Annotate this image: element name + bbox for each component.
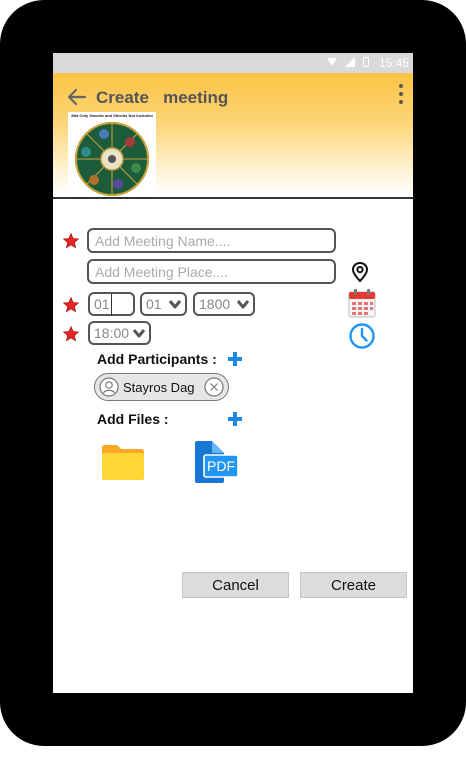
required-star-icon (62, 232, 80, 249)
thumbnail-image (75, 122, 149, 196)
folder-icon[interactable] (101, 443, 145, 481)
month-select[interactable]: 01 (140, 292, 187, 316)
day-input[interactable]: 01 (88, 292, 135, 316)
back-arrow-icon[interactable] (65, 85, 89, 109)
participant-chip[interactable]: Stayros Dag (94, 373, 229, 401)
meeting-thumbnail[interactable]: Mat Only Swords and Shields Not Included (68, 112, 156, 197)
cancel-button[interactable]: Cancel (182, 572, 289, 598)
app-header: Create meeting Mat Only Swords and Shiel… (53, 73, 413, 199)
add-file-plus-icon[interactable] (227, 411, 243, 427)
time-value: 18:00 (94, 325, 130, 341)
location-pin-icon[interactable] (351, 261, 369, 283)
add-participants-label: Add Participants : (97, 351, 217, 367)
required-star-icon (62, 325, 80, 342)
page-title: Create meeting (96, 88, 229, 107)
add-participant-plus-icon[interactable] (227, 351, 243, 367)
phone-frame: 15:45 Create meeting Mat Only Swords and… (0, 0, 466, 746)
calendar-icon[interactable] (348, 288, 376, 318)
clock-icon[interactable] (349, 323, 375, 349)
add-files-label: Add Files : (97, 411, 169, 427)
time-select[interactable]: 18:00 (88, 321, 151, 345)
day-value: 01 (94, 296, 110, 312)
status-time: 15:45 (378, 56, 409, 70)
meeting-place-input[interactable]: Add Meeting Place.... (87, 259, 336, 284)
text-cursor (111, 294, 112, 316)
person-icon (99, 377, 119, 397)
more-vert-icon[interactable] (395, 83, 407, 105)
month-value: 01 (146, 296, 162, 312)
status-bar: 15:45 (53, 53, 413, 73)
pdf-label: PDF (207, 458, 235, 474)
chevron-down-icon (236, 300, 250, 309)
participant-name: Stayros Dag (123, 380, 195, 395)
wifi-icon (327, 58, 337, 66)
year-value: 1800 (199, 296, 231, 312)
chevron-down-icon (168, 300, 182, 309)
pdf-file-icon[interactable]: PDF (194, 441, 240, 483)
status-icons (327, 57, 369, 67)
battery-icon (363, 57, 369, 67)
chevron-down-icon (132, 329, 146, 338)
required-star-icon (62, 296, 80, 313)
year-select[interactable]: 1800 (193, 292, 255, 316)
signal-icon (345, 57, 355, 67)
close-icon[interactable] (204, 377, 224, 397)
create-button[interactable]: Create (300, 572, 407, 598)
app-screen: 15:45 Create meeting Mat Only Swords and… (53, 53, 413, 693)
meeting-name-input[interactable]: Add Meeting Name.... (87, 228, 336, 253)
